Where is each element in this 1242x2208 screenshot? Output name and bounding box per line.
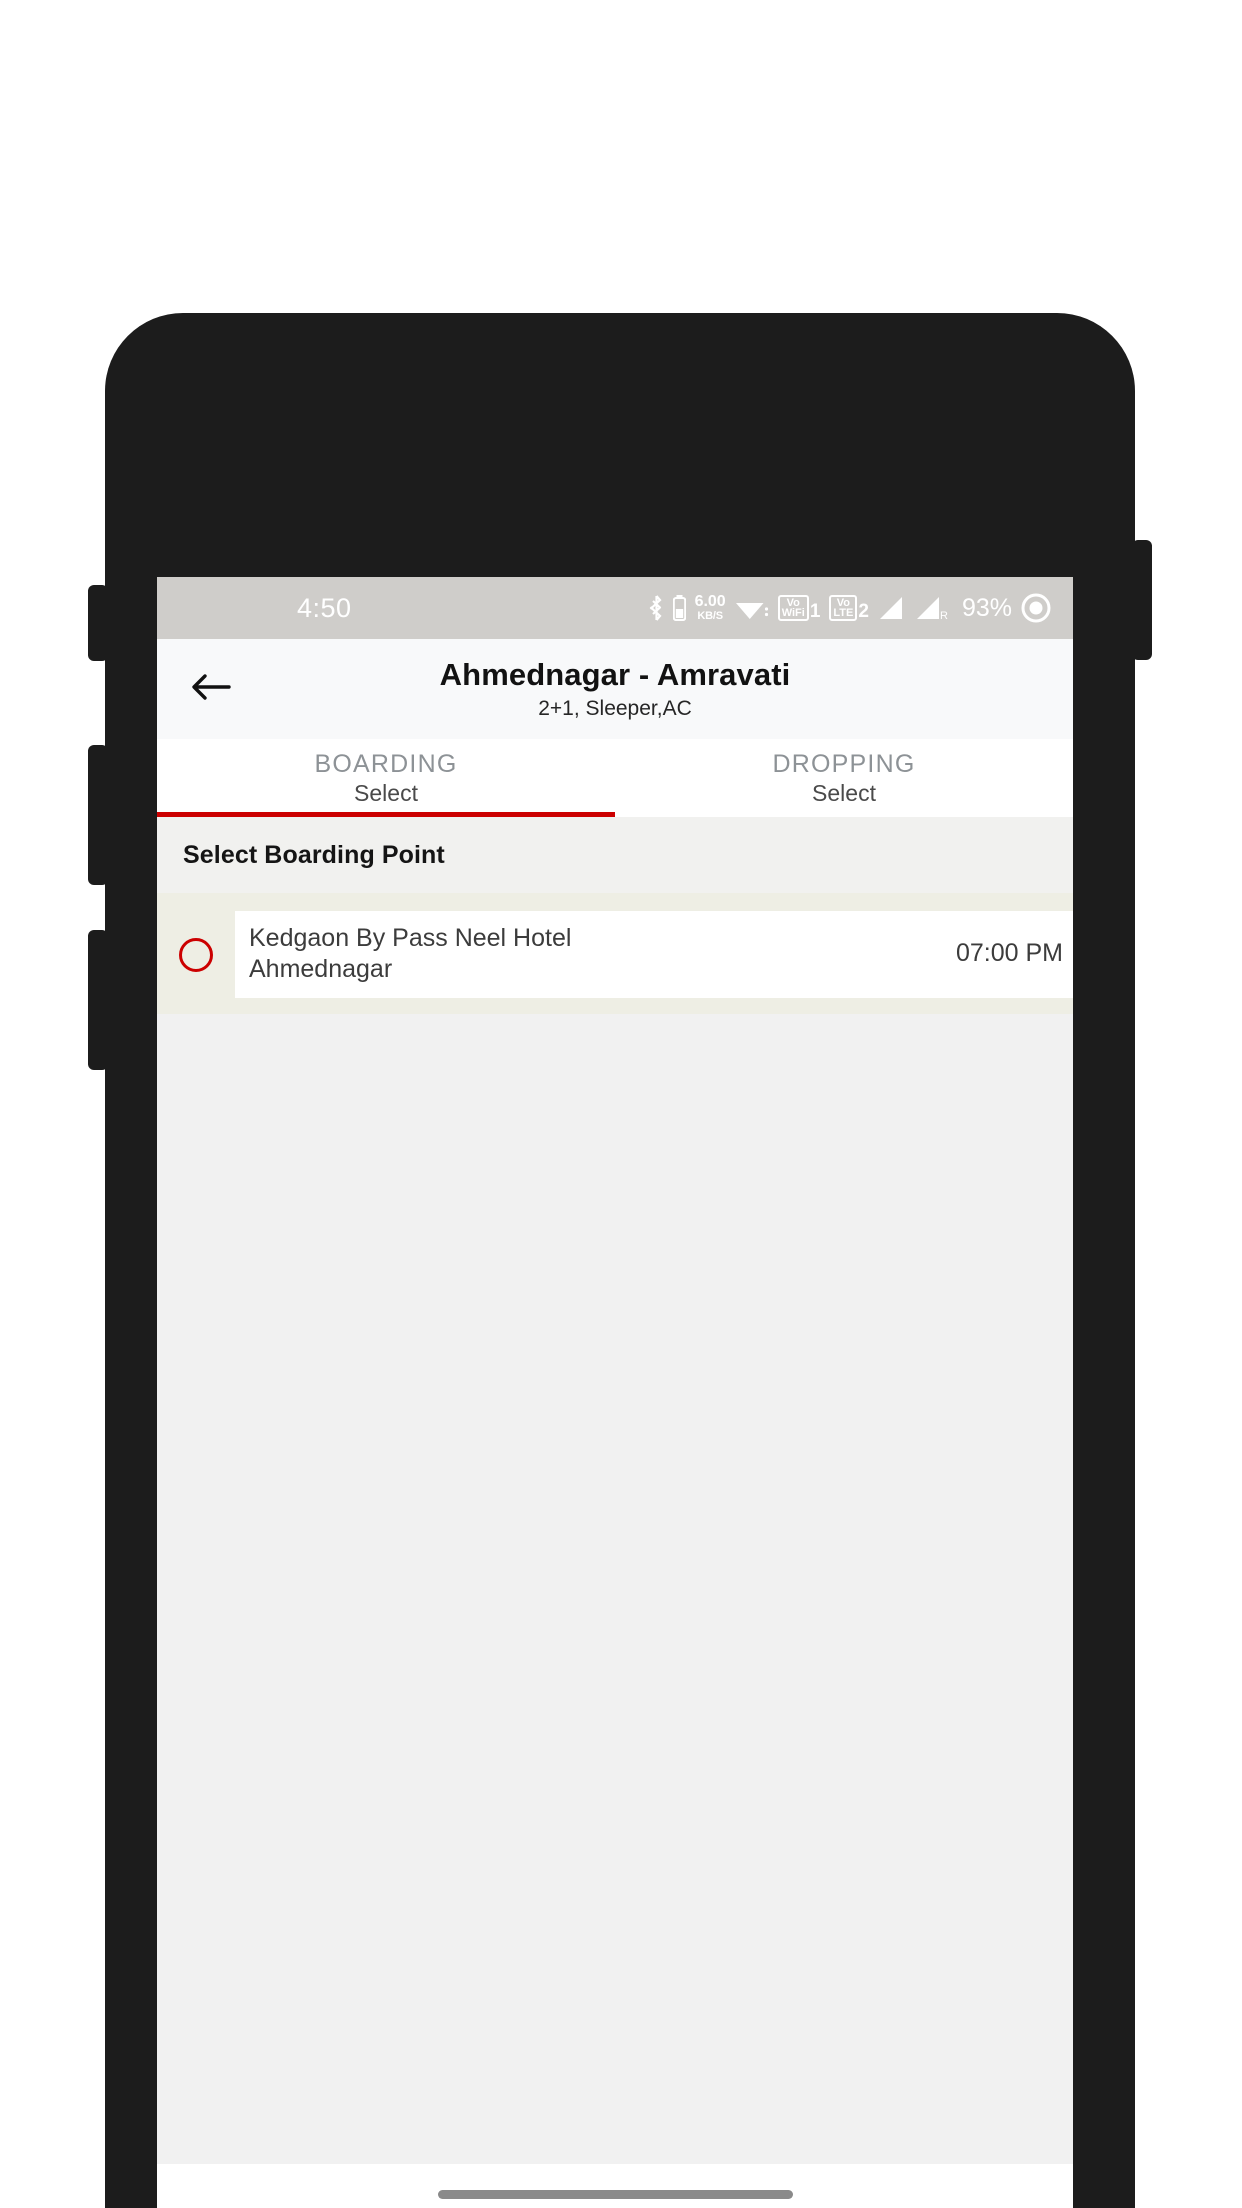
bluetooth-battery-icon [672,595,686,621]
boarding-point-radio-cell[interactable] [157,937,235,972]
tab-bar: BOARDING Select DROPPING Select [157,739,1073,817]
battery-percent-label: 93% [961,593,1012,622]
active-tab-indicator [157,812,615,817]
status-icon-tray: 6.00 KB/S Vo WiFi 1 Vo LTE 2 R 93% [649,593,1051,623]
data-rate-value: 6.00 [694,593,726,610]
phone-side-button-left-top[interactable] [88,585,108,661]
page-subtitle: 2+1, Sleeper,AC [538,697,692,721]
tab-dropping-label: DROPPING [772,750,916,779]
page-title: Ahmednagar - Amravati [439,656,791,692]
system-navigation-bar [157,2164,1073,2208]
section-header-label: Select Boarding Point [183,840,445,869]
svg-text:R: R [940,610,948,621]
tab-boarding-value: Select [354,779,418,806]
boarding-point-card[interactable]: Kedgaon By Pass Neel Hotel Ahmednagar 07… [235,911,1073,998]
section-header: Select Boarding Point [157,817,1073,893]
arrow-left-icon [191,671,231,708]
status-bar: 4:50 6.00 KB/S Vo WiFi 1 Vo LTE 2 R 93% [157,577,1073,639]
phone-volume-up-button[interactable] [88,745,108,885]
signal-bars-sim2-icon: R [915,595,949,621]
volte-sim-number: 2 [858,601,869,623]
status-clock: 4:50 [297,592,352,623]
app-bar: Ahmednagar - Amravati 2+1, Sleeper,AC [157,639,1073,739]
app-bar-titles: Ahmednagar - Amravati 2+1, Sleeper,AC [439,656,791,721]
data-rate-unit: KB/S [697,610,723,622]
phone-power-button[interactable] [1132,540,1152,660]
data-rate-indicator: 6.00 KB/S [695,594,726,622]
tab-boarding-label: BOARDING [314,750,458,779]
boarding-point-name: Kedgaon By Pass Neel Hotel [249,924,572,952]
vowifi-label-bottom: WiFi [781,607,805,619]
phone-screen: 4:50 6.00 KB/S Vo WiFi 1 Vo LTE 2 R 93% … [157,577,1073,2208]
phone-volume-down-button[interactable] [88,930,108,1070]
boarding-point-city: Ahmednagar [249,954,393,983]
back-button[interactable] [175,639,247,739]
volte-label-bottom: LTE [833,607,854,619]
wifi-icon [735,595,769,621]
tab-dropping[interactable]: DROPPING Select [615,739,1073,817]
tab-dropping-value: Select [812,779,876,806]
vowifi-badge-icon: Vo WiFi 1 [777,594,821,623]
boarding-point-names: Kedgaon By Pass Neel Hotel Ahmednagar [249,923,571,984]
screenshot-canvas: 4:50 6.00 KB/S Vo WiFi 1 Vo LTE 2 R 93% … [0,0,1242,2208]
volte-badge-icon: Vo LTE 2 [829,594,869,623]
radio-button-icon[interactable] [179,937,213,972]
content-empty-area [157,1014,1073,2208]
vowifi-sim-number: 1 [809,601,821,623]
signal-bars-sim1-icon [878,595,906,621]
battery-ring-icon [1021,593,1051,623]
list-item[interactable]: Kedgaon By Pass Neel Hotel Ahmednagar 07… [157,911,1073,998]
boarding-point-list: Kedgaon By Pass Neel Hotel Ahmednagar 07… [157,893,1073,1014]
boarding-point-time: 07:00 PM [955,939,1063,967]
tab-boarding[interactable]: BOARDING Select [157,739,615,817]
home-gesture-pill[interactable] [437,2189,793,2199]
bluetooth-icon [649,595,664,621]
